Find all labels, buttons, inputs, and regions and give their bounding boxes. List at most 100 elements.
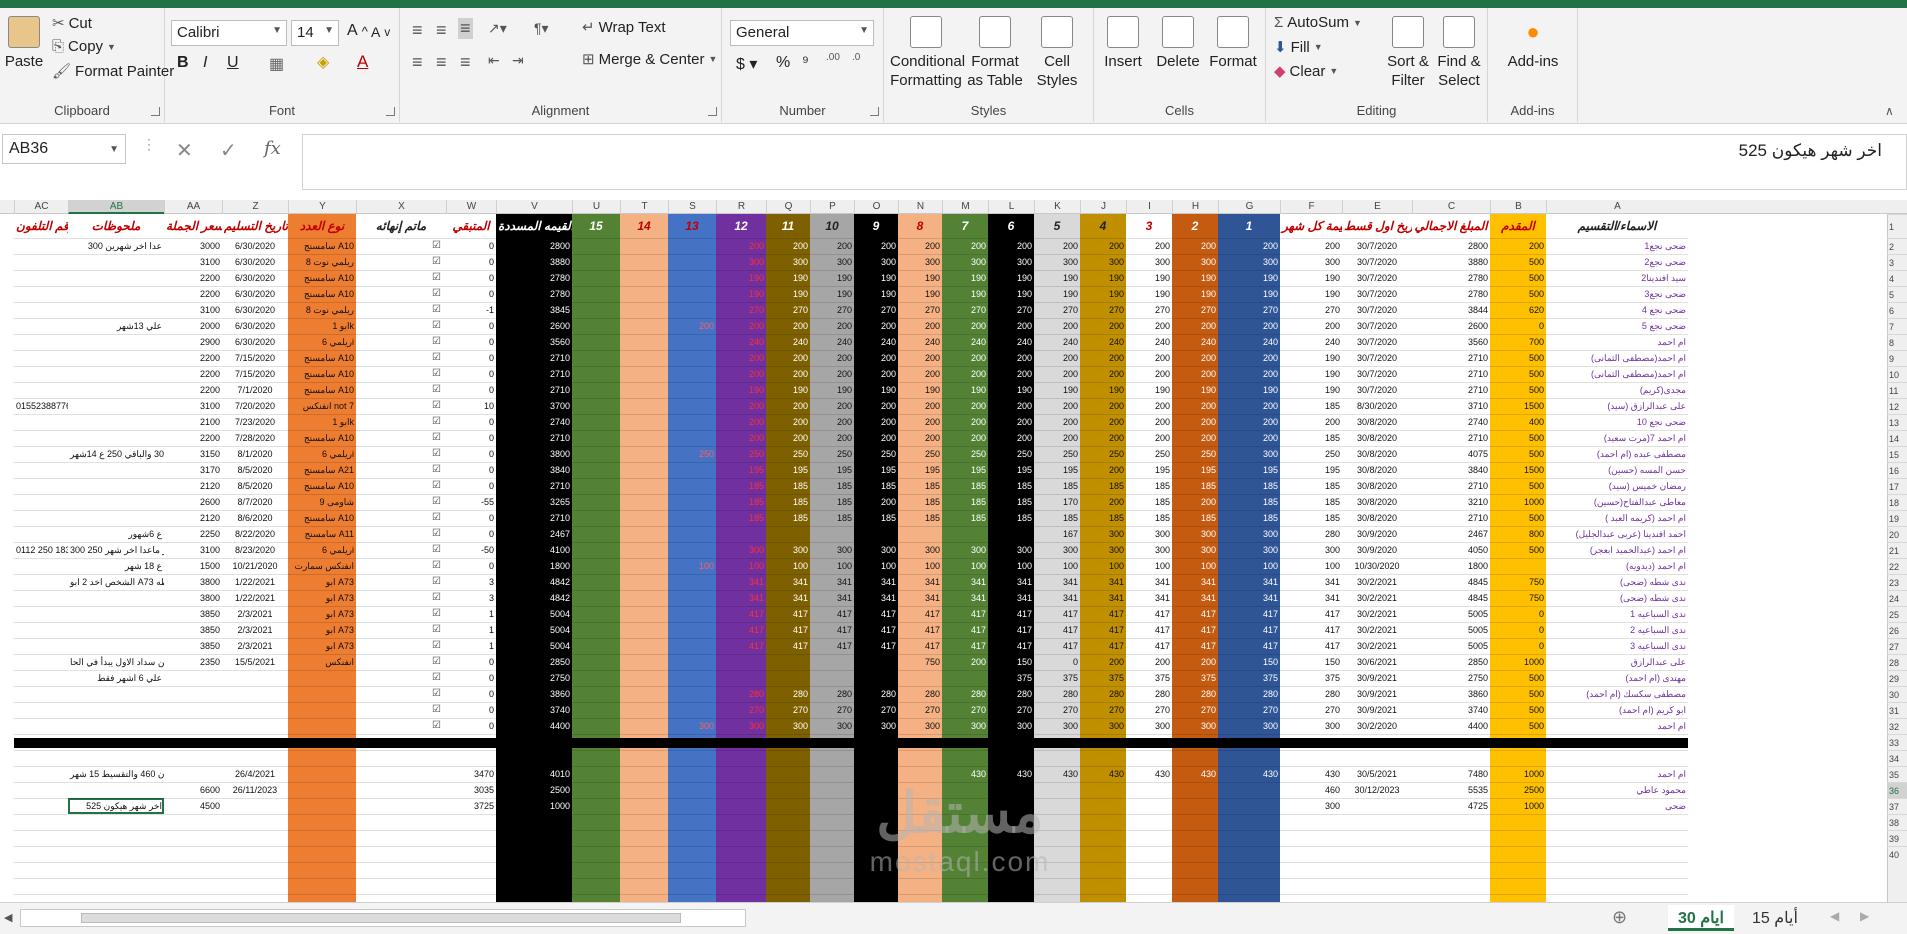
row-18-month-4[interactable]: 200 bbox=[1080, 494, 1126, 510]
row-19-month-2[interactable]: 185 bbox=[1172, 510, 1218, 526]
row-2-month-12[interactable]: 200 bbox=[716, 238, 766, 254]
row-22-s[interactable]: 100 bbox=[668, 558, 716, 574]
row-23-month-9[interactable]: 341 bbox=[854, 574, 898, 590]
row-23-month-11[interactable]: 341 bbox=[766, 574, 810, 590]
row-5-month-4[interactable]: 190 bbox=[1080, 286, 1126, 302]
delete-button[interactable]: Delete bbox=[1152, 16, 1204, 71]
row-3-month-6[interactable]: 300 bbox=[988, 254, 1034, 270]
row-30-v[interactable]: 3860 bbox=[496, 686, 572, 702]
summary-row-34-month-4[interactable]: 430 bbox=[1080, 766, 1126, 782]
row-10-c[interactable]: 2710 bbox=[1412, 366, 1490, 382]
row-9-month-3[interactable]: 200 bbox=[1126, 350, 1172, 366]
row-5-month-10[interactable]: 190 bbox=[810, 286, 854, 302]
row-23-ab[interactable]: الشخص اخد 2 ابو A73 وليست مكررة ندى شطه bbox=[68, 574, 164, 590]
row-11-f[interactable]: 190 bbox=[1280, 382, 1342, 398]
row-18-b[interactable]: 1000 bbox=[1490, 494, 1546, 510]
row-23-month-4[interactable]: 341 bbox=[1080, 574, 1126, 590]
done-checkbox-icon[interactable]: ☑ bbox=[430, 590, 444, 606]
row-28-a[interactable]: على عبدالرازق bbox=[1546, 654, 1688, 670]
row-5-month-1[interactable]: 190 bbox=[1218, 286, 1280, 302]
row-header-1[interactable]: 1 bbox=[1887, 214, 1907, 238]
row-15-s[interactable]: 250 bbox=[668, 446, 716, 462]
row-10-aa[interactable]: 2200 bbox=[164, 366, 222, 382]
done-checkbox-icon[interactable]: ☑ bbox=[430, 398, 444, 414]
row-31-month-9[interactable]: 270 bbox=[854, 702, 898, 718]
done-checkbox-icon[interactable]: ☑ bbox=[430, 350, 444, 366]
sheet-tab-15-days[interactable]: أيام 15 bbox=[1742, 905, 1808, 931]
row-14-c[interactable]: 2710 bbox=[1412, 430, 1490, 446]
row-22-aa[interactable]: 1500 bbox=[164, 558, 222, 574]
row-9-aa[interactable]: 2200 bbox=[164, 350, 222, 366]
row-14-f[interactable]: 185 bbox=[1280, 430, 1342, 446]
done-checkbox-icon[interactable]: ☑ bbox=[430, 526, 444, 542]
row-7-a[interactable]: ضحى نجع 5 bbox=[1546, 318, 1688, 334]
row-18-v[interactable]: 3265 bbox=[496, 494, 572, 510]
row-17-month-3[interactable]: 185 bbox=[1126, 478, 1172, 494]
row-22-month-1[interactable]: 100 bbox=[1218, 558, 1280, 574]
row-24-c[interactable]: 4845 bbox=[1412, 590, 1490, 606]
row-17-aa[interactable]: 2120 bbox=[164, 478, 222, 494]
row-header-9[interactable]: 9 bbox=[1887, 350, 1907, 366]
row-29-month-4[interactable]: 375 bbox=[1080, 670, 1126, 686]
row-11-z[interactable]: 7/1/2020 bbox=[222, 382, 288, 398]
row-28-w[interactable]: 0 bbox=[446, 654, 496, 670]
row-3-a[interactable]: ضحى نجع2 bbox=[1546, 254, 1688, 270]
row-9-b[interactable]: 500 bbox=[1490, 350, 1546, 366]
row-21-ac[interactable]: 0112 250 1833 bbox=[14, 542, 68, 558]
row-12-month-3[interactable]: 200 bbox=[1126, 398, 1172, 414]
row-32-month-5[interactable]: 300 bbox=[1034, 718, 1080, 734]
row-13-month-12[interactable]: 200 bbox=[716, 414, 766, 430]
row-4-e[interactable]: 30/7/2020 bbox=[1342, 270, 1412, 286]
row-25-month-5[interactable]: 417 bbox=[1034, 606, 1080, 622]
row-11-month-9[interactable]: 190 bbox=[854, 382, 898, 398]
spreadsheet-grid[interactable]: ACABAAZYXWVUTSRQPONMLKJIHGFECBA رقم التل… bbox=[0, 200, 1907, 902]
row-7-s[interactable]: 200 bbox=[668, 318, 716, 334]
row-16-w[interactable]: 0 bbox=[446, 462, 496, 478]
row-17-month-4[interactable]: 185 bbox=[1080, 478, 1126, 494]
row-3-y[interactable]: ريلمي نوت 8 bbox=[288, 254, 356, 270]
row-18-aa[interactable]: 2600 bbox=[164, 494, 222, 510]
row-19-a[interactable]: ام احمد (كريمه العبد ) bbox=[1546, 510, 1688, 526]
number-format-select[interactable]: General ▼ bbox=[730, 20, 874, 46]
summary-row-36-aa[interactable]: 4500 bbox=[164, 798, 222, 814]
row-12-month-5[interactable]: 200 bbox=[1034, 398, 1080, 414]
row-10-z[interactable]: 7/15/2020 bbox=[222, 366, 288, 382]
row-25-month-4[interactable]: 417 bbox=[1080, 606, 1126, 622]
row-23-y[interactable]: ابو A73 bbox=[288, 574, 356, 590]
row-13-aa[interactable]: 2100 bbox=[164, 414, 222, 430]
row-17-a[interactable]: رمضان خميس (سيد) bbox=[1546, 478, 1688, 494]
row-header-36[interactable]: 36 bbox=[1887, 782, 1907, 798]
row-16-month-8[interactable]: 195 bbox=[898, 462, 942, 478]
summary-row-34-c[interactable]: 7480 bbox=[1412, 766, 1490, 782]
row-25-month-12[interactable]: 417 bbox=[716, 606, 766, 622]
summary-row-36-v[interactable]: 1000 bbox=[496, 798, 572, 814]
row-30-month-2[interactable]: 280 bbox=[1172, 686, 1218, 702]
row-8-b[interactable]: 700 bbox=[1490, 334, 1546, 350]
column-header-h[interactable]: H bbox=[1172, 200, 1218, 214]
row-13-e[interactable]: 30/8/2020 bbox=[1342, 414, 1412, 430]
row-6-month-8[interactable]: 270 bbox=[898, 302, 942, 318]
row-26-y[interactable]: ابو A73 bbox=[288, 622, 356, 638]
row-19-month-6[interactable]: 185 bbox=[988, 510, 1034, 526]
row-5-month-2[interactable]: 190 bbox=[1172, 286, 1218, 302]
row-19-month-11[interactable]: 185 bbox=[766, 510, 810, 526]
row-20-month-3[interactable]: 300 bbox=[1126, 526, 1172, 542]
row-27-month-5[interactable]: 417 bbox=[1034, 638, 1080, 654]
row-8-month-1[interactable]: 240 bbox=[1218, 334, 1280, 350]
row-14-v[interactable]: 2710 bbox=[496, 430, 572, 446]
row-3-b[interactable]: 500 bbox=[1490, 254, 1546, 270]
horizontal-scrollbar[interactable] bbox=[20, 909, 746, 927]
summary-row-35-c[interactable]: 5535 bbox=[1412, 782, 1490, 798]
row-32-a[interactable]: ام احمد bbox=[1546, 718, 1688, 734]
row-25-w[interactable]: 1 bbox=[446, 606, 496, 622]
summary-row-35-v[interactable]: 2500 bbox=[496, 782, 572, 798]
shrink-font-icon[interactable]: Av bbox=[371, 24, 390, 40]
row-9-w[interactable]: 0 bbox=[446, 350, 496, 366]
row-30-w[interactable]: 0 bbox=[446, 686, 496, 702]
summary-row-36-a[interactable]: ضحى bbox=[1546, 798, 1688, 814]
row-3-month-10[interactable]: 300 bbox=[810, 254, 854, 270]
row-32-f[interactable]: 300 bbox=[1280, 718, 1342, 734]
row-7-b[interactable]: 0 bbox=[1490, 318, 1546, 334]
row-14-month-7[interactable]: 200 bbox=[942, 430, 988, 446]
collapse-ribbon-icon[interactable]: ∧ bbox=[1885, 104, 1894, 118]
